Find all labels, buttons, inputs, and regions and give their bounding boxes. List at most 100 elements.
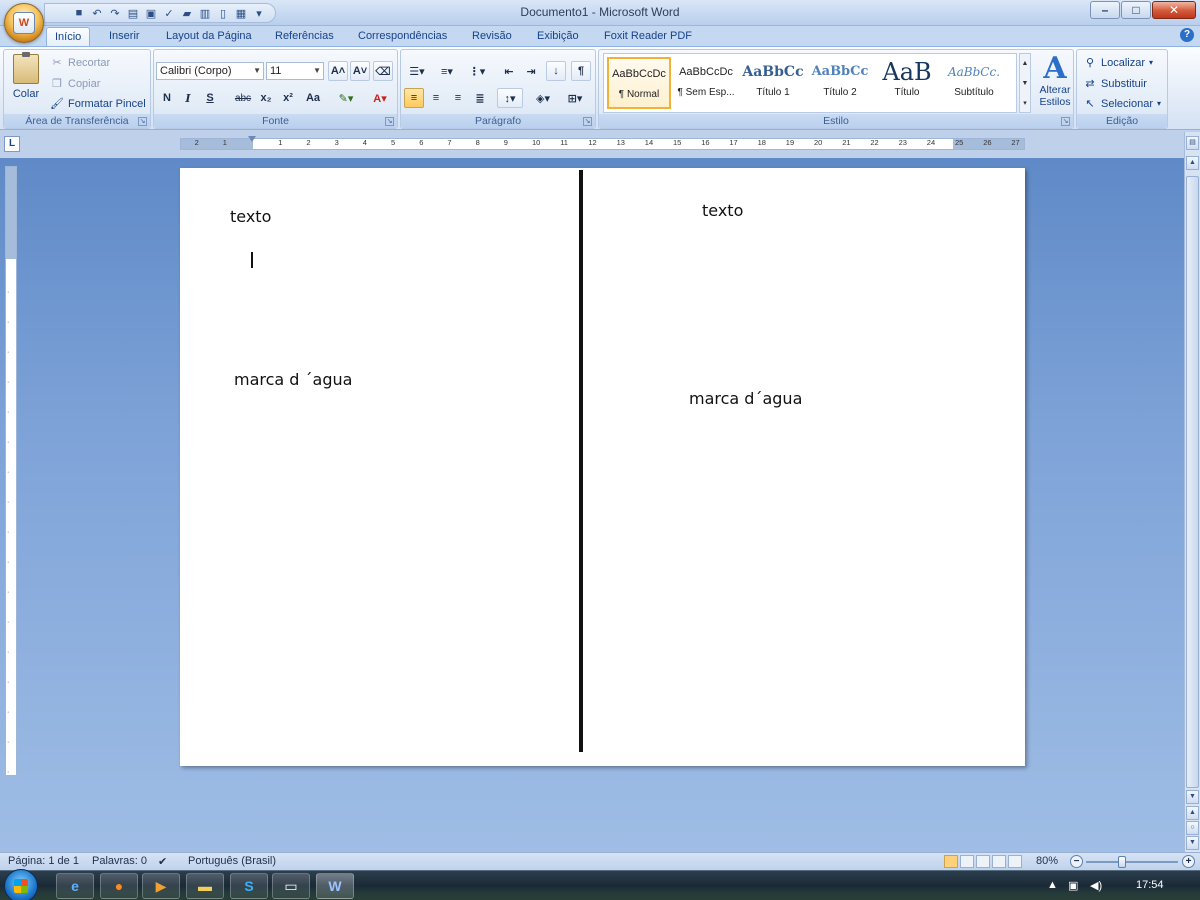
horizontal-ruler[interactable]: 2 1 1 2 3 4 5 6 7 8 9 10 11 12 13 14 15 16 17 18 19 20 21 22 23 2… (180, 136, 1025, 150)
decrease-indent-icon[interactable]: ⇤ (499, 61, 519, 81)
align-left-icon[interactable]: ≡ (404, 88, 424, 108)
previous-page-button[interactable]: ▲ (1186, 806, 1199, 820)
styles-gallery-scroll[interactable]: ▲ ▼ ▾ (1019, 53, 1031, 113)
highlight-color-icon[interactable]: ✎▾ (332, 88, 360, 108)
sort-icon[interactable]: ↓ (546, 61, 566, 81)
internet-explorer-icon[interactable]: e (56, 873, 94, 899)
justify-icon[interactable]: ≣ (470, 88, 490, 108)
line-spacing-icon[interactable]: ↕▾ (497, 88, 523, 108)
tab-inserir[interactable]: Inserir (101, 27, 148, 46)
page-count[interactable]: Página: 1 de 1 (8, 855, 79, 867)
bold-button[interactable]: N (157, 88, 177, 108)
style-titulo-2[interactable]: AaBbCc Título 2 (808, 57, 872, 109)
skype-icon[interactable]: S (230, 873, 268, 899)
zoom-slider[interactable] (1086, 861, 1178, 863)
bullets-icon[interactable]: ☰▾ (404, 61, 430, 81)
tab-revisao[interactable]: Revisão (464, 27, 520, 46)
find-button[interactable]: ⚲ Localizar ▾ (1083, 54, 1153, 72)
left-title-text[interactable]: texto (230, 207, 271, 226)
draft-view-icon[interactable] (1008, 855, 1022, 868)
tab-layout-da-pagina[interactable]: Layout da Página (158, 27, 260, 46)
vertical-scrollbar[interactable]: ▤ ▲ ▼ ▲ ○ ▼ (1184, 132, 1200, 852)
network-icon[interactable]: ▣ (1068, 879, 1078, 892)
outline-view-icon[interactable] (992, 855, 1006, 868)
right-watermark-text[interactable]: marca d´agua (689, 389, 802, 408)
minimize-button[interactable]: – (1090, 1, 1120, 19)
right-title-text[interactable]: texto (702, 201, 743, 220)
web-layout-view-icon[interactable] (976, 855, 990, 868)
document-page[interactable]: texto marca d ´agua texto marca d´agua (180, 168, 1025, 766)
tab-inicio[interactable]: Início (46, 27, 91, 46)
maximize-button[interactable]: □ (1121, 1, 1151, 19)
increase-indent-icon[interactable]: ⇥ (521, 61, 541, 81)
word-taskbar-icon[interactable]: W (316, 873, 354, 899)
left-watermark-text[interactable]: marca d ´agua (234, 370, 352, 389)
style-subtitulo[interactable]: AaBbCc. Subtítulo (942, 57, 1006, 109)
window-app-icon[interactable]: ▭ (272, 873, 310, 899)
clipboard-launcher-icon[interactable]: ↘ (138, 117, 147, 126)
close-button[interactable]: ✕ (1152, 1, 1196, 19)
help-icon[interactable]: ? (1180, 28, 1194, 42)
media-player-icon[interactable]: ▶ (142, 873, 180, 899)
select-button[interactable]: ↖ Selecionar ▾ (1083, 95, 1161, 113)
zoom-slider-knob[interactable] (1118, 856, 1126, 868)
proofing-icon[interactable]: ✔ (158, 855, 167, 868)
ruler-toggle-icon[interactable]: ▤ (1186, 136, 1199, 150)
copy-button[interactable]: ❐ Copiar (50, 75, 100, 93)
change-case-button[interactable]: Aa (300, 88, 326, 108)
office-button[interactable]: W (4, 3, 44, 43)
scrollbar-thumb[interactable] (1186, 176, 1199, 788)
full-screen-reading-view-icon[interactable] (960, 855, 974, 868)
scroll-down-button[interactable]: ▼ (1186, 790, 1199, 804)
align-right-icon[interactable]: ≡ (448, 88, 468, 108)
paste-button[interactable]: Colar (8, 52, 44, 112)
firefox-icon[interactable]: ● (100, 873, 138, 899)
shading-icon[interactable]: ◈▾ (529, 88, 557, 108)
tab-correspondencias[interactable]: Correspondências (350, 27, 455, 46)
subscript-button[interactable]: x₂ (256, 88, 276, 108)
tab-referencias[interactable]: Referências (267, 27, 342, 46)
superscript-button[interactable]: x² (278, 88, 298, 108)
grow-font-button[interactable]: A˄ (328, 61, 348, 81)
style-sem-espacamento[interactable]: AaBbCcDc ¶ Sem Esp... (674, 57, 738, 109)
shrink-font-button[interactable]: A˅ (350, 61, 370, 81)
multilevel-list-icon[interactable]: ⋮▾ (464, 61, 490, 81)
zoom-in-button[interactable]: + (1182, 855, 1195, 868)
align-center-icon[interactable]: ≡ (426, 88, 446, 108)
word-count[interactable]: Palavras: 0 (92, 855, 147, 867)
print-layout-view-icon[interactable] (944, 855, 958, 868)
language-indicator[interactable]: Português (Brasil) (188, 855, 276, 867)
font-name-combo[interactable]: Calibri (Corpo) ▼ (156, 62, 264, 80)
format-painter-button[interactable]: 🖌 Formatar Pincel (50, 95, 146, 113)
style-normal[interactable]: AaBbCcDc ¶ Normal (607, 57, 671, 109)
show-marks-icon[interactable]: ¶ (571, 61, 591, 81)
volume-icon[interactable]: ◀) (1090, 879, 1102, 892)
paragraph-launcher-icon[interactable]: ↘ (583, 117, 592, 126)
zoom-out-button[interactable]: − (1070, 855, 1083, 868)
underline-button[interactable]: S (200, 88, 220, 108)
cut-button[interactable]: ✂ Recortar (50, 54, 110, 72)
replace-button[interactable]: ⇄ Substituir (1083, 75, 1146, 93)
italic-button[interactable]: I (178, 88, 198, 108)
change-styles-button[interactable]: A Alterar Estilos (1035, 54, 1075, 109)
next-page-button[interactable]: ▼ (1186, 836, 1199, 850)
clock[interactable]: 17:54 (1136, 879, 1164, 891)
browse-object-button[interactable]: ○ (1186, 821, 1199, 835)
tray-expand-icon[interactable]: ▲ (1047, 879, 1058, 891)
borders-icon[interactable]: ⊞▾ (561, 88, 589, 108)
style-titulo[interactable]: AaB Título (875, 57, 939, 109)
zoom-level[interactable]: 80% (1036, 855, 1058, 867)
folder-icon[interactable]: ▬ (186, 873, 224, 899)
font-size-combo[interactable]: 11 ▼ (266, 62, 324, 80)
strikethrough-button[interactable]: abc (231, 88, 255, 108)
scroll-up-button[interactable]: ▲ (1186, 156, 1199, 170)
font-color-icon[interactable]: A▾ (366, 88, 394, 108)
clear-formatting-icon[interactable]: ⌫ (373, 61, 393, 81)
styles-launcher-icon[interactable]: ↘ (1061, 117, 1070, 126)
font-launcher-icon[interactable]: ↘ (385, 117, 394, 126)
vertical-ruler[interactable]: · · · · · · · · · · · · · · · · · (5, 166, 17, 776)
style-titulo-1[interactable]: AaBbCc Título 1 (741, 57, 805, 109)
numbering-icon[interactable]: ≡▾ (434, 61, 460, 81)
start-button[interactable] (4, 869, 38, 900)
tab-stop-selector[interactable]: L (4, 136, 20, 152)
